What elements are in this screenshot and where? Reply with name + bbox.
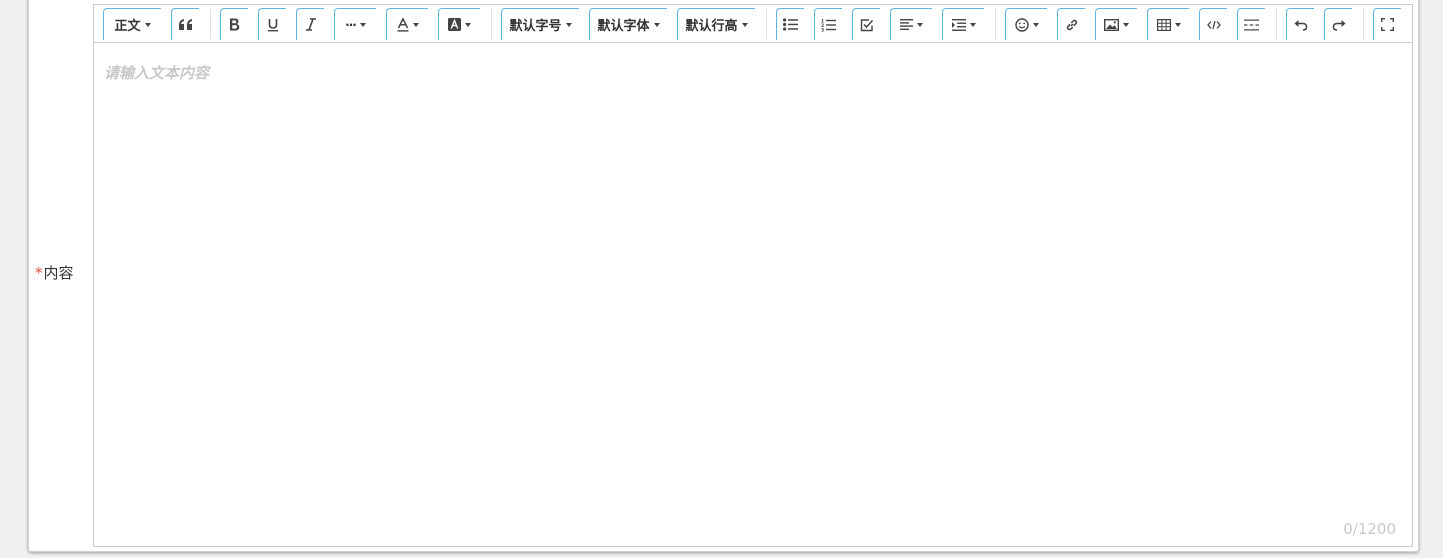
bold-button[interactable]	[220, 8, 248, 40]
italic-button[interactable]	[296, 8, 324, 40]
editor-placeholder: 请输入文本内容	[104, 64, 210, 82]
toolbar-divider	[1363, 9, 1364, 39]
form-card: *内容 正文 ··· 默认字号 默认字体 默认行高 1 2 3 请输入文本内容 …	[28, 0, 1419, 552]
todo-button[interactable]	[852, 8, 880, 40]
indent-button[interactable]	[942, 8, 984, 40]
toolbar-divider	[1276, 9, 1277, 39]
font-color-icon	[397, 17, 408, 32]
content-field-label: *内容	[35, 263, 74, 283]
emotion-button[interactable]	[1005, 8, 1047, 40]
code-button[interactable]	[1199, 8, 1227, 40]
svg-text:3: 3	[821, 27, 824, 32]
divider-icon	[1244, 19, 1259, 30]
chevron-down-icon	[969, 22, 976, 27]
fullscreen-icon	[1381, 18, 1394, 31]
code-icon	[1206, 20, 1221, 29]
chevron-down-icon	[1174, 22, 1181, 27]
more-styles-button[interactable]: ···	[334, 8, 376, 40]
blockquote-icon	[178, 18, 192, 30]
emotion-icon	[1014, 17, 1029, 32]
font-size-select[interactable]: 默认字号	[501, 8, 579, 40]
background-color-button[interactable]	[438, 8, 480, 40]
editor-toolbar: 正文 ··· 默认字号 默认字体 默认行高 1 2 3	[94, 5, 1412, 43]
align-icon	[900, 19, 913, 30]
bulleted-list-button[interactable]	[776, 8, 804, 40]
line-height-select-label: 默认行高	[685, 19, 738, 34]
divider-button[interactable]	[1237, 8, 1265, 40]
bulleted-list-icon	[783, 18, 798, 31]
more-icon: ···	[345, 17, 357, 32]
undo-icon	[1294, 19, 1307, 31]
fullscreen-button[interactable]	[1373, 8, 1401, 40]
chevron-down-icon	[465, 22, 471, 27]
image-button[interactable]	[1095, 8, 1137, 40]
blockquote-button[interactable]	[171, 8, 199, 40]
rich-text-editor: 正文 ··· 默认字号 默认字体 默认行高 1 2 3 请输入文本内容 0/12…	[93, 4, 1413, 547]
link-icon	[1066, 19, 1077, 30]
content-label-text: 内容	[43, 264, 74, 282]
font-color-button[interactable]	[386, 8, 428, 40]
numbered-list-icon: 1 2 3	[821, 18, 836, 32]
editor-content-area[interactable]: 请输入文本内容 0/1200	[94, 43, 1412, 546]
bold-icon	[230, 18, 240, 31]
todo-icon	[860, 18, 873, 31]
toolbar-divider	[766, 9, 767, 39]
underline-icon	[267, 18, 278, 31]
chevron-down-icon	[1123, 22, 1129, 27]
background-color-icon	[448, 18, 461, 31]
character-counter: 0/1200	[1343, 520, 1396, 538]
chevron-down-icon	[412, 22, 419, 27]
underline-button[interactable]	[258, 8, 286, 40]
link-button[interactable]	[1057, 8, 1085, 40]
chevron-down-icon	[1032, 22, 1039, 27]
required-mark: *	[35, 264, 43, 282]
toolbar-divider	[210, 9, 211, 39]
chevron-down-icon	[359, 22, 366, 27]
chevron-down-icon	[917, 22, 923, 27]
table-button[interactable]	[1147, 8, 1189, 40]
toolbar-divider	[491, 9, 492, 39]
indent-icon	[951, 18, 966, 31]
font-family-select[interactable]: 默认字体	[589, 8, 667, 40]
line-height-select[interactable]: 默认行高	[677, 8, 755, 40]
image-icon	[1104, 18, 1119, 31]
font-family-select-label: 默认字体	[597, 19, 650, 34]
heading-select-label: 正文	[114, 19, 141, 34]
numbered-list-button[interactable]: 1 2 3	[814, 8, 842, 40]
font-size-select-label: 默认字号	[509, 19, 562, 34]
chevron-down-icon	[565, 22, 572, 27]
chevron-down-icon	[653, 22, 660, 27]
italic-icon	[305, 18, 316, 31]
table-icon	[1156, 18, 1171, 31]
heading-select[interactable]: 正文	[103, 8, 161, 40]
toolbar-divider	[995, 9, 996, 39]
undo-button[interactable]	[1286, 8, 1314, 40]
align-button[interactable]	[890, 8, 932, 40]
chevron-down-icon	[144, 22, 151, 27]
chevron-down-icon	[741, 22, 748, 27]
redo-button[interactable]	[1324, 8, 1352, 40]
redo-icon	[1332, 19, 1345, 31]
